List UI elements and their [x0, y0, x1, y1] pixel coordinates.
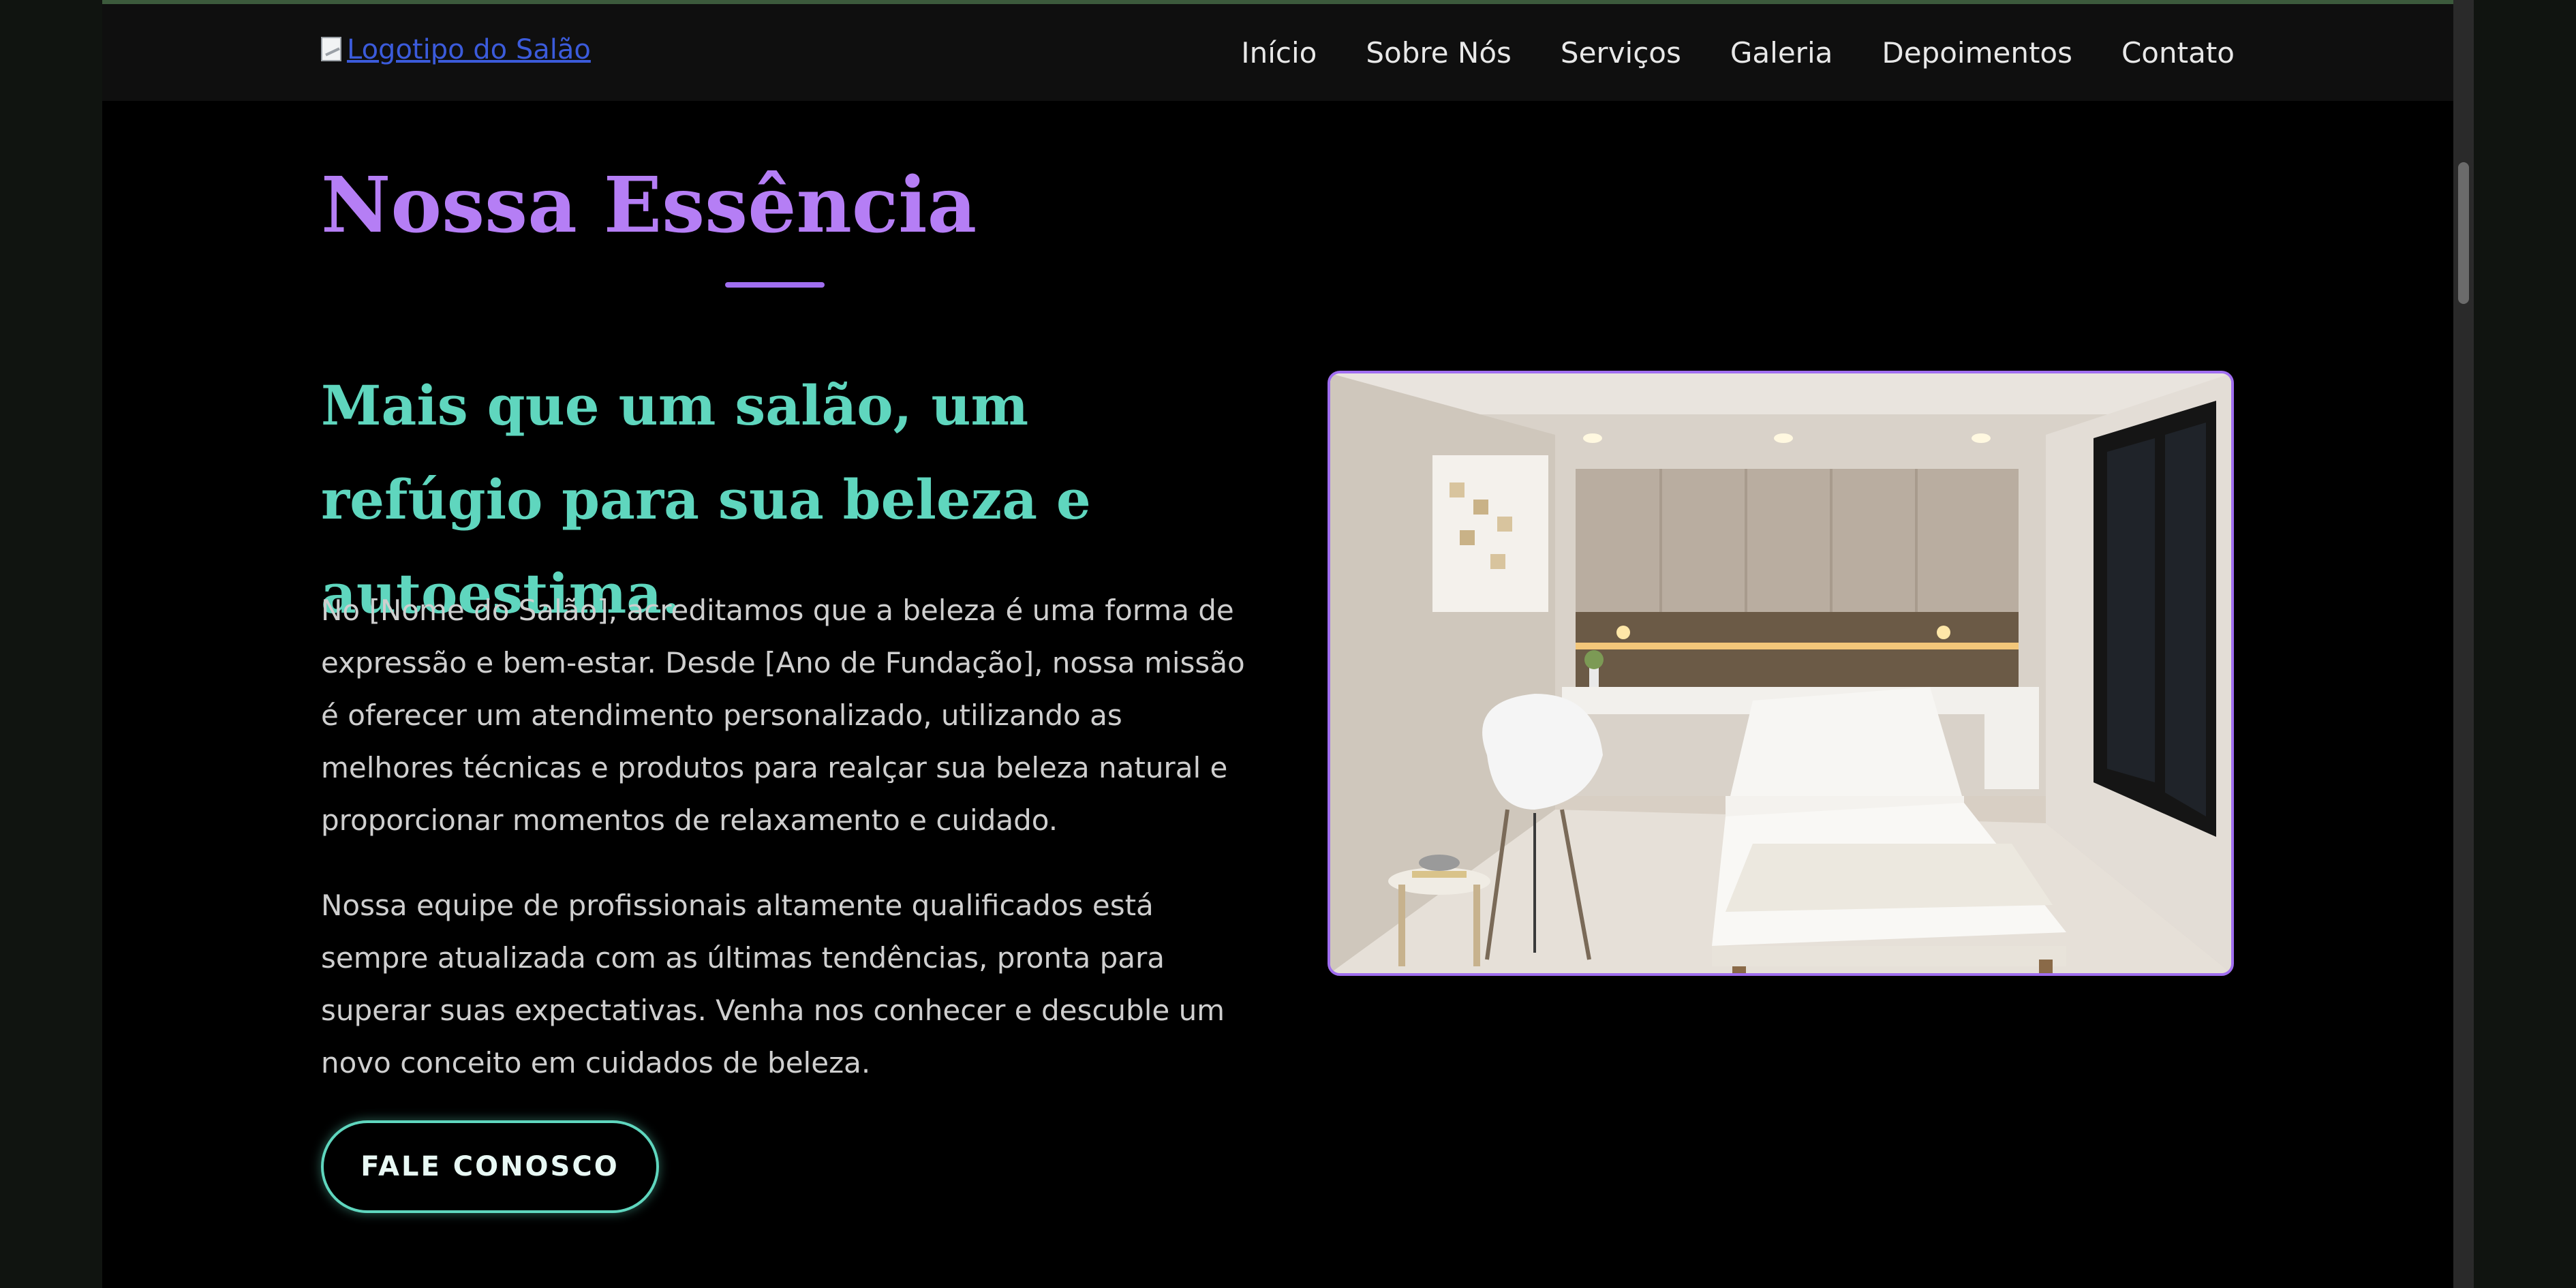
nav-link-sobre-nos[interactable]: Sobre Nós: [1366, 36, 1512, 70]
nav-link-contato[interactable]: Contato: [2121, 36, 2235, 70]
about-paragraph-2: Nossa equipe de profissionais altamente …: [321, 889, 1225, 1079]
salon-room-photo: [1328, 371, 2234, 976]
nav-link-galeria[interactable]: Galeria: [1730, 36, 1833, 70]
nav-link-servicos[interactable]: Serviços: [1561, 36, 1681, 70]
window-right-gutter: [2474, 0, 2576, 1288]
window-left-gutter: [0, 0, 102, 1288]
scrollbar-thumb[interactable]: [2458, 162, 2469, 304]
section-title: Nossa Essência: [321, 161, 977, 250]
about-paragraph-1: No [Nome do Salão], acreditamos que a be…: [321, 594, 1245, 837]
logo-alt-text: Logotipo do Salão: [347, 34, 591, 65]
broken-image-icon: [321, 37, 344, 63]
logo-link[interactable]: Logotipo do Salão: [321, 34, 591, 65]
title-underline: [725, 282, 825, 288]
navbar: Logotipo do Salão Início Sobre Nós Servi…: [102, 4, 2453, 101]
page: Logotipo do Salão Início Sobre Nós Servi…: [102, 4, 2453, 1288]
nav-link-depoimentos[interactable]: Depoimentos: [1882, 36, 2072, 70]
nav-link-inicio[interactable]: Início: [1241, 36, 1317, 70]
contact-button[interactable]: FALE CONOSCO: [321, 1120, 659, 1213]
nav-links: Início Sobre Nós Serviços Galeria Depoim…: [1241, 4, 2235, 101]
